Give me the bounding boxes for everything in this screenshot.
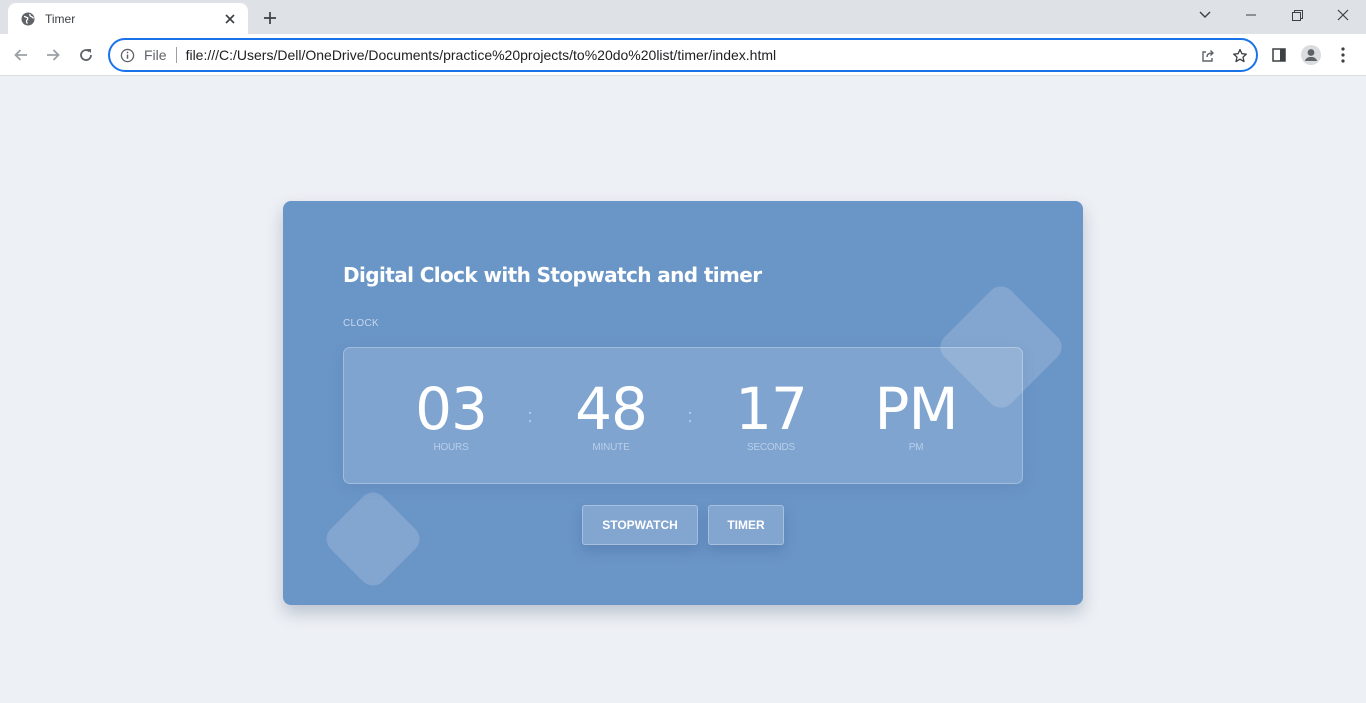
seconds-unit: 17 SECONDS — [701, 378, 841, 453]
browser-toolbar: File file:///C:/Users/Dell/OneDrive/Docu… — [0, 34, 1366, 76]
minutes-unit: 48 MINUTE — [541, 378, 681, 453]
tab-search-icon[interactable] — [1182, 0, 1228, 30]
browser-tab[interactable]: Timer — [8, 3, 248, 34]
tab-strip: Timer — [0, 0, 1366, 34]
address-bar[interactable]: File file:///C:/Users/Dell/OneDrive/Docu… — [108, 38, 1258, 72]
restore-icon[interactable] — [1274, 0, 1320, 30]
close-window-icon[interactable] — [1320, 0, 1366, 30]
minutes-label: MINUTE — [592, 442, 630, 453]
timer-button[interactable]: TIMER — [708, 505, 784, 545]
site-info-icon[interactable] — [119, 47, 135, 63]
close-tab-icon[interactable] — [222, 11, 238, 27]
globe-icon — [20, 11, 36, 27]
seconds-label: SECONDS — [746, 442, 796, 453]
page-title: Digital Clock with Stopwatch and timer — [343, 263, 762, 287]
bookmark-star-icon[interactable] — [1230, 46, 1250, 66]
clock-section-label: CLOCK — [343, 318, 379, 329]
omnibox-divider — [175, 47, 177, 63]
clock-card: Digital Clock with Stopwatch and timer C… — [283, 201, 1083, 605]
url-text[interactable]: file:///C:/Users/Dell/OneDrive/Documents… — [186, 47, 777, 63]
decorative-diamond — [320, 486, 426, 592]
hours-value: 03 — [415, 375, 488, 443]
time-separator: : — [527, 406, 533, 426]
period-unit: PM PM — [846, 378, 986, 453]
share-icon[interactable] — [1198, 46, 1218, 66]
minimize-icon[interactable] — [1228, 0, 1274, 30]
profile-avatar-icon[interactable] — [1298, 42, 1324, 68]
period-label: PM — [908, 442, 924, 453]
seconds-value: 17 — [735, 375, 808, 443]
side-panel-icon[interactable] — [1266, 42, 1292, 68]
stopwatch-button[interactable]: STOPWATCH — [582, 505, 698, 545]
back-arrow-icon[interactable] — [7, 41, 35, 69]
minutes-value: 48 — [575, 375, 648, 443]
new-tab-button[interactable] — [258, 6, 282, 30]
forward-arrow-icon[interactable] — [39, 41, 67, 69]
time-separator: : — [687, 406, 693, 426]
period-value: PM — [874, 375, 958, 443]
clock-display: 03 HOURS : 48 MINUTE : 17 SECONDS PM PM — [343, 347, 1023, 484]
tab-title: Timer — [45, 11, 76, 26]
reload-icon[interactable] — [72, 41, 100, 69]
scheme-label: File — [144, 47, 167, 63]
menu-kebab-icon[interactable] — [1330, 42, 1356, 68]
hours-label: HOURS — [433, 442, 469, 453]
hours-unit: 03 HOURS — [381, 378, 521, 453]
